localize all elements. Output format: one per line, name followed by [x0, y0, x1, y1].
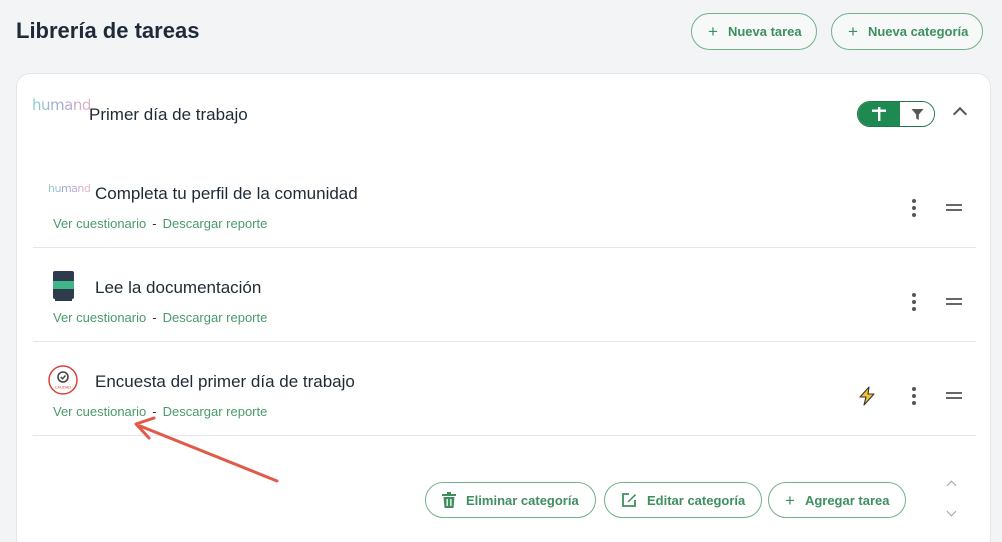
new-task-button[interactable]: + Nueva tarea	[691, 13, 817, 50]
view-questionnaire-link[interactable]: Ver cuestionario	[53, 216, 146, 231]
plus-icon: +	[785, 490, 795, 510]
task-row[interactable]: CALIDAD Encuesta del primer día de traba…	[33, 342, 976, 436]
download-report-link[interactable]: Descargar reporte	[163, 310, 268, 325]
quality-badge-icon: CALIDAD	[48, 365, 78, 395]
edit-category-button[interactable]: Editar categoría	[604, 482, 763, 518]
drag-handle-icon[interactable]	[946, 298, 962, 305]
new-task-label: Nueva tarea	[727, 24, 802, 39]
delete-category-label: Eliminar categoría	[466, 492, 579, 508]
view-questionnaire-link[interactable]: Ver cuestionario	[53, 310, 146, 325]
view-questionnaire-link[interactable]: Ver cuestionario	[53, 404, 146, 419]
more-options-icon[interactable]	[909, 293, 919, 311]
add-task-button[interactable]: + Agregar tarea	[768, 482, 907, 518]
badge-text: CALIDAD	[55, 386, 71, 390]
new-category-label: Nueva categoría	[867, 24, 969, 39]
collapse-chevron-icon[interactable]	[952, 106, 968, 122]
more-options-icon[interactable]	[909, 387, 919, 405]
category-card: humand Primer día de trabajo humand Comp…	[16, 73, 991, 542]
book-icon	[53, 271, 74, 301]
task-row[interactable]: humand Completa tu perfil de la comunida…	[33, 154, 976, 248]
humand-logo: humand	[48, 182, 91, 195]
plus-icon: +	[708, 22, 718, 41]
task-links: Ver cuestionario - Descargar reporte	[53, 216, 267, 231]
page-title: Librería de tareas	[16, 18, 200, 43]
download-report-link[interactable]: Descargar reporte	[163, 404, 268, 419]
add-task-label: Agregar tarea	[804, 492, 890, 508]
drag-handle-icon[interactable]	[946, 392, 962, 399]
move-up-chevron-icon[interactable]	[946, 480, 957, 491]
move-down-chevron-icon[interactable]	[946, 506, 957, 517]
plus-icon[interactable]	[858, 102, 900, 126]
more-options-icon[interactable]	[909, 199, 919, 217]
task-title: Completa tu perfil de la comunidad	[95, 184, 358, 203]
task-title: Encuesta del primer día de trabajo	[95, 372, 355, 391]
delete-category-button[interactable]: Eliminar categoría	[425, 482, 596, 518]
task-links: Ver cuestionario - Descargar reporte	[53, 310, 267, 325]
category-title: Primer día de trabajo	[89, 105, 248, 124]
plus-icon: +	[848, 22, 858, 41]
task-title: Lee la documentación	[95, 278, 262, 297]
category-view-toggle[interactable]	[857, 101, 935, 127]
filter-icon[interactable]	[900, 102, 934, 126]
edit-category-label: Editar categoría	[647, 492, 746, 508]
category-header: humand Primer día de trabajo	[17, 74, 990, 154]
task-links: Ver cuestionario - Descargar reporte	[53, 404, 267, 419]
download-report-link[interactable]: Descargar reporte	[163, 216, 268, 231]
humand-logo: humand	[32, 96, 91, 114]
edit-icon	[622, 493, 636, 507]
new-category-button[interactable]: + Nueva categoría	[831, 13, 984, 50]
lightning-bolt-icon	[859, 386, 875, 406]
link-separator: -	[152, 216, 157, 231]
drag-handle-icon[interactable]	[946, 204, 962, 211]
task-row[interactable]: Lee la documentación Ver cuestionario - …	[33, 248, 976, 342]
trash-icon	[442, 492, 456, 508]
link-separator: -	[152, 404, 157, 419]
link-separator: -	[152, 310, 157, 325]
